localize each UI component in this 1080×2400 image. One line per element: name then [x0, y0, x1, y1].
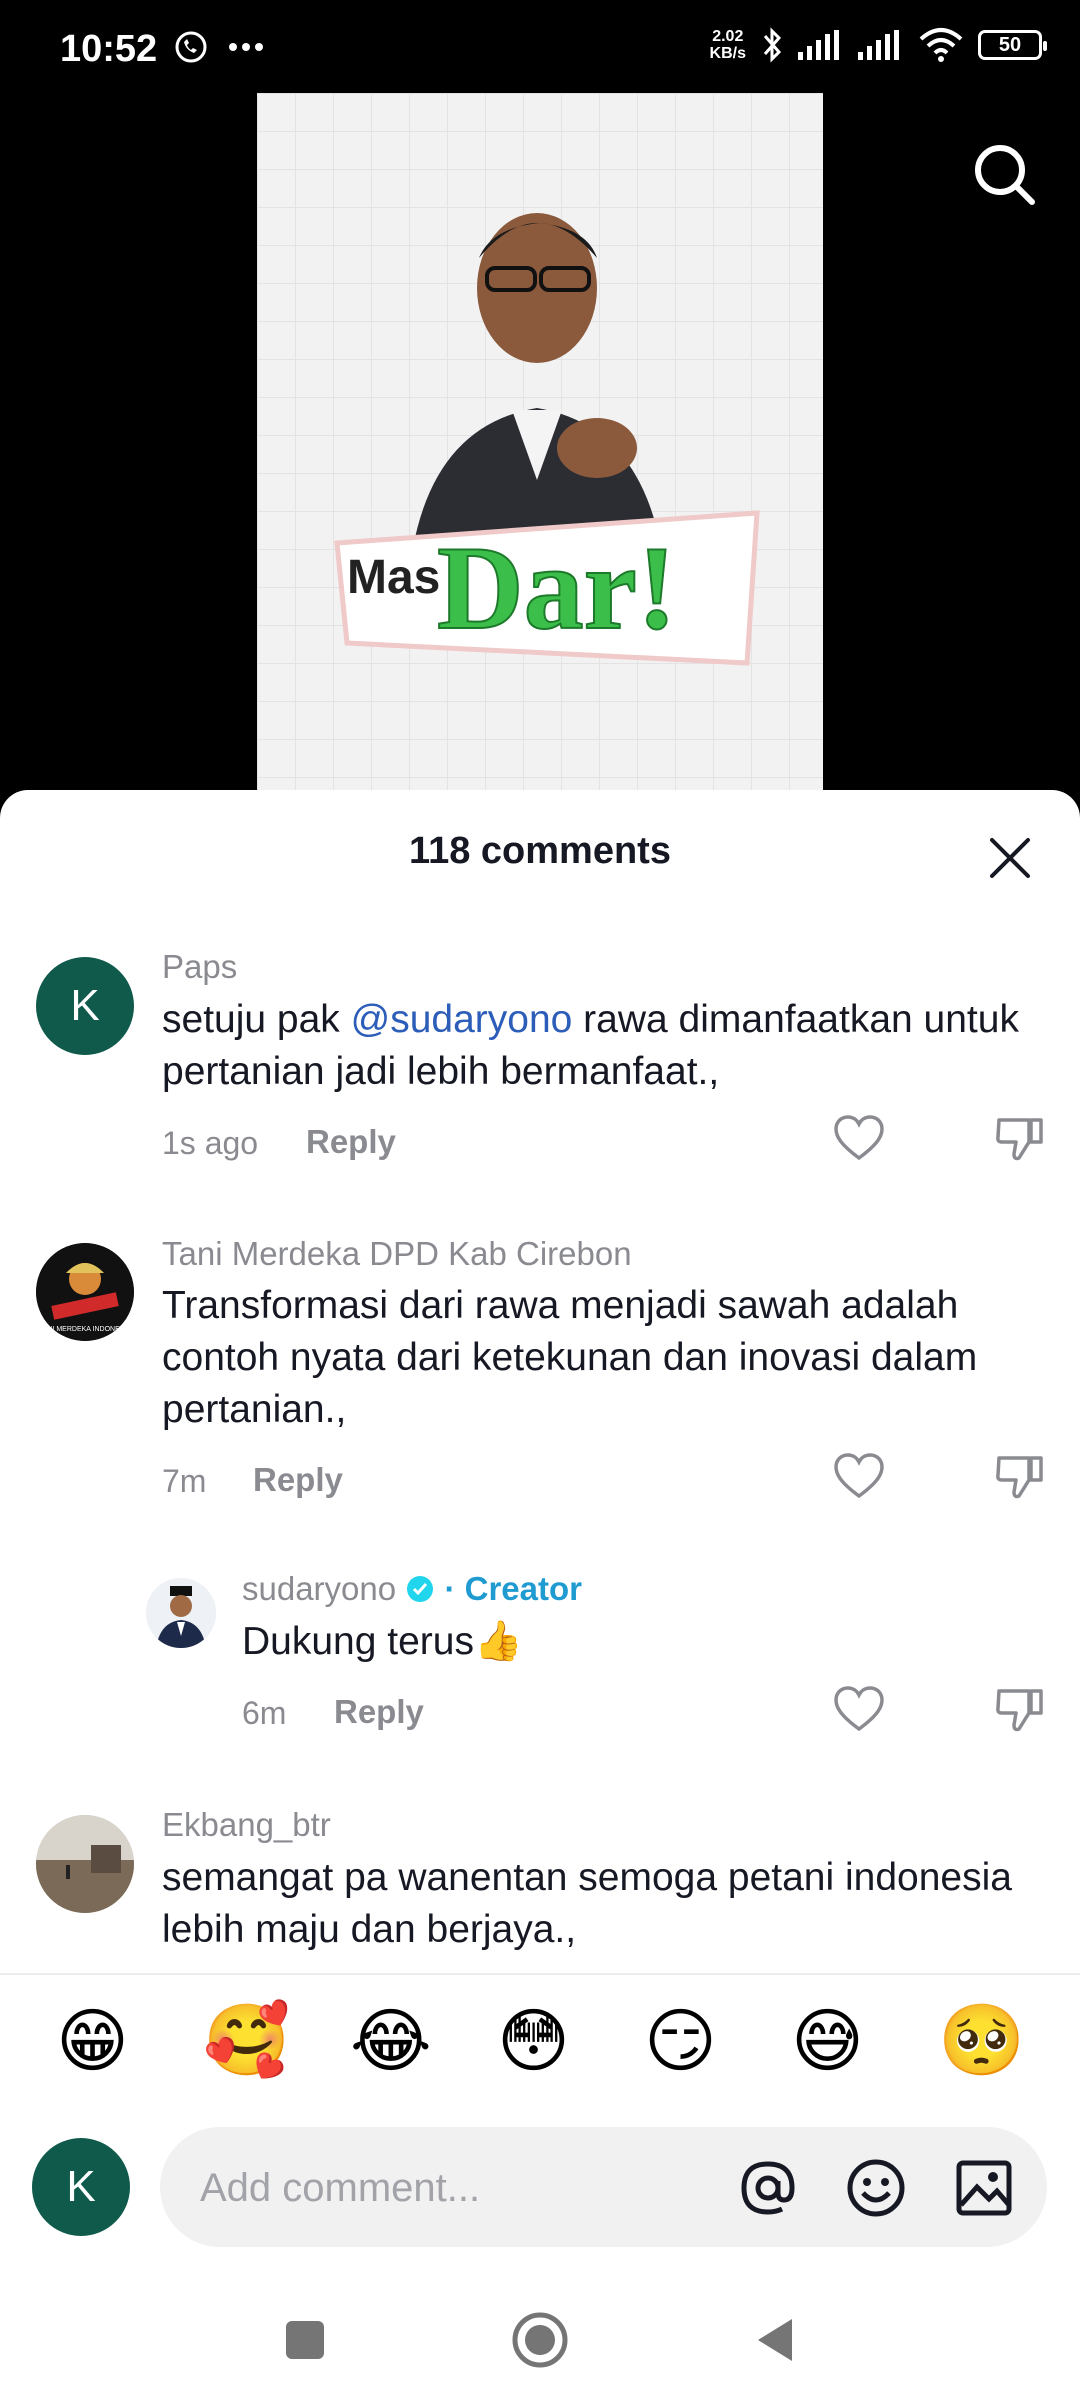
comment-username[interactable]: Ekbang_btr [162, 1806, 331, 1844]
emoji-love[interactable]: 🥰 [203, 2000, 290, 2082]
comment-username: sudaryono · Creator [242, 1570, 582, 1607]
comment-time: 6m [242, 1695, 287, 1731]
comment-time: 7m [162, 1463, 207, 1499]
logo-mas: Mas [347, 551, 440, 604]
avatar[interactable]: K [36, 957, 134, 1055]
comment-username[interactable]: Paps [162, 948, 237, 986]
ekbang-avatar-image [36, 1815, 134, 1913]
dislike-icon[interactable] [993, 1112, 1047, 1166]
reply-button[interactable]: Reply [253, 1461, 343, 1499]
comments-header: 118 comments [0, 790, 1080, 910]
dislike-icon[interactable] [993, 1683, 1047, 1737]
logo-dar: Dar! [437, 521, 677, 654]
comment-composer: K [0, 2125, 1080, 2249]
whatsapp-icon [175, 31, 207, 63]
status-time: 10:52 [60, 28, 158, 70]
comments-count-title: 118 comments [409, 830, 671, 872]
net-speed: 2.02 KB/s [709, 28, 746, 62]
avatar[interactable] [36, 1815, 134, 1913]
close-icon[interactable] [980, 828, 1040, 888]
heart-icon[interactable] [832, 1450, 886, 1504]
comment-text: Dukung terus👍 [242, 1620, 523, 1663]
tani-merdeka-logo: TANI MERDEKA INDONESIA [36, 1243, 134, 1341]
creator-badge: · Creator [444, 1570, 582, 1607]
bluetooth-icon [763, 27, 782, 63]
comment-username[interactable]: Tani Merdeka DPD Kab Cirebon [162, 1235, 632, 1273]
video-preview[interactable]: Mas Dar! [257, 93, 823, 793]
system-navigation-bar [0, 2280, 1080, 2400]
divider [0, 1973, 1080, 1975]
image-icon[interactable] [953, 2157, 1015, 2219]
emoji-flushed[interactable]: 😳 [497, 2000, 570, 2082]
verified-badge-icon [407, 1576, 434, 1602]
comment-time: 1s ago [162, 1125, 259, 1161]
quick-emoji-bar: 😁 🥰 😂 😳 😏 😅 🥺 [0, 2000, 1080, 2110]
mention-icon[interactable] [737, 2157, 799, 2219]
home-button[interactable] [505, 2305, 575, 2375]
avatar[interactable]: TANI MERDEKA INDONESIA [36, 1243, 134, 1341]
comment-input[interactable] [198, 2127, 682, 2249]
recent-apps-button[interactable] [270, 2305, 340, 2375]
heart-icon[interactable] [832, 1112, 886, 1166]
more-icon [229, 43, 263, 51]
emoji-grin[interactable]: 😁 [56, 2000, 129, 2082]
comment-input-container [160, 2127, 1047, 2249]
heart-icon[interactable] [832, 1683, 886, 1737]
emoji-icon[interactable] [845, 2157, 907, 2219]
emoji-smirk[interactable]: 😏 [644, 2000, 717, 2082]
avatar[interactable] [146, 1578, 216, 1648]
signal-icon [858, 30, 899, 60]
battery-icon: 50 [978, 30, 1047, 60]
comment-text: semangat pa wanentan semoga petani indon… [162, 1856, 1012, 1951]
svg-text:TANI MERDEKA INDONESIA: TANI MERDEKA INDONESIA [39, 1326, 131, 1333]
emoji-sweat-smile[interactable]: 😅 [791, 2000, 864, 2082]
status-bar: 10:52 2.02 KB/s 50 [0, 0, 1080, 95]
mention-link[interactable]: @sudaryono [351, 998, 573, 1041]
comment-text: setuju pak @sudaryono rawa dimanfaatkan … [162, 998, 1019, 1093]
comment-text: Transformasi dari rawa menjadi sawah ada… [162, 1284, 978, 1431]
my-avatar[interactable]: K [32, 2138, 130, 2236]
creator-avatar-image [146, 1578, 216, 1648]
emoji-joy[interactable]: 😂 [350, 2000, 432, 2082]
search-icon[interactable] [970, 140, 1040, 210]
emoji-pleading[interactable]: 🥺 [938, 2000, 1025, 2082]
dislike-icon[interactable] [993, 1450, 1047, 1504]
signal-icon [798, 30, 839, 60]
reply-button[interactable]: Reply [334, 1693, 424, 1731]
channel-logo: Mas Dar! [327, 473, 767, 673]
wifi-icon [919, 28, 963, 62]
back-button[interactable] [740, 2305, 810, 2375]
reply-button[interactable]: Reply [306, 1123, 396, 1161]
